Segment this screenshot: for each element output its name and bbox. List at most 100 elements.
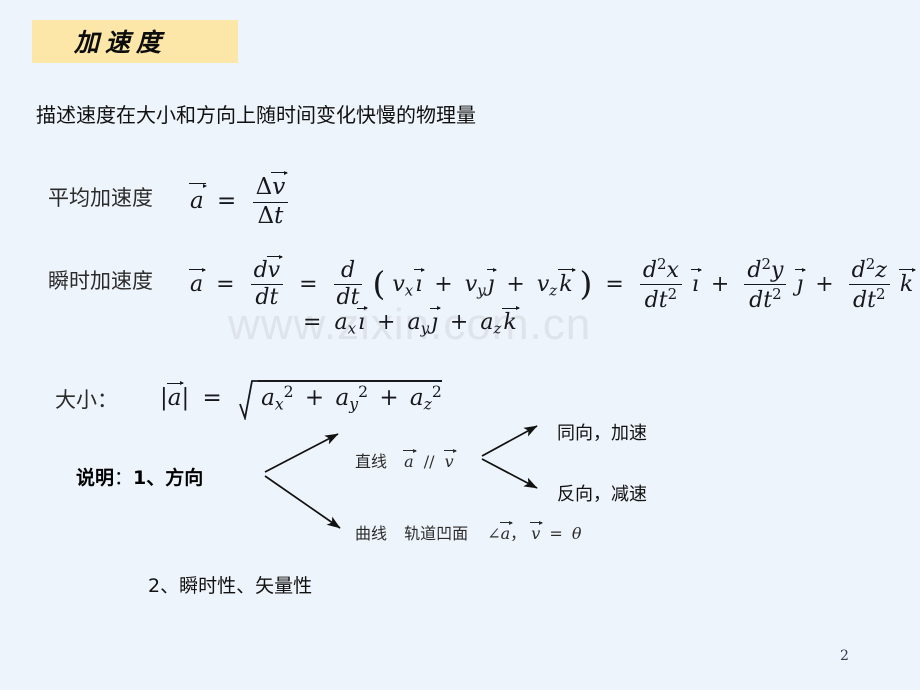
instant-acceleration-formula-line2: = axı + ayȷ + azk: [303, 303, 521, 338]
magnitude-equals: =: [202, 385, 222, 412]
branch-curve-label: 曲线: [355, 524, 388, 543]
inst-d2y-fraction: d2y dt 2: [744, 255, 787, 314]
radical-tick-icon: [239, 380, 261, 422]
branch-curve-angle-v: v: [530, 519, 544, 543]
inst-d2x-den-exp: 2: [667, 285, 678, 304]
inst-i-hat-1: ı: [414, 265, 426, 297]
radicand: ax2 + ay2 + az2: [261, 382, 442, 414]
average-acceleration-label: 平均加速度: [48, 186, 153, 210]
inst2-ax: a: [334, 310, 348, 335]
inst2-plus-2: +: [449, 310, 469, 335]
inst-v: v: [266, 252, 284, 283]
average-acceleration-formula: a = Δv Δt: [189, 168, 291, 230]
notes-heading-colon: ：: [114, 467, 134, 489]
instant-acceleration-label: 瞬时加速度: [48, 269, 153, 293]
inst2-equals: =: [303, 310, 322, 335]
inst-d2z-num: d2z: [848, 256, 890, 286]
instant-acceleration-formula: a = dv dt = d dt ( vxı + vyȷ + vzk ) = d…: [188, 252, 917, 314]
inst-j-hat-2: ȷ: [795, 265, 806, 297]
inst-dvdt-fraction: dv dt: [250, 252, 284, 311]
inst-d2y-num: d2y: [744, 255, 787, 286]
inst-vx: v: [392, 271, 405, 297]
mag-az-sub: z: [423, 394, 432, 414]
branch-straight-a: a: [403, 447, 417, 471]
inst-d2z-den-dt: dt: [853, 288, 876, 314]
slide-canvas: www.zixin.com.cn 加速度 描述速度在大小和方向上随时间变化快慢的…: [0, 0, 920, 690]
inst-d2z-den-exp: 2: [875, 285, 886, 304]
inst-vy-sub: y: [477, 281, 486, 300]
outcome-opposite-direction: 反向，减速: [557, 484, 647, 505]
inst-d2x-den: dt2: [640, 285, 682, 313]
inst-d2x-den-dt: dt: [644, 288, 668, 314]
inst-d2y-den-dt: dt: [749, 288, 773, 314]
mag-az: a: [409, 385, 424, 412]
avg-den-delta: Δ: [257, 202, 275, 229]
inst2-j-hat: ȷ: [430, 303, 441, 335]
outcome-same-direction: 同向，加速: [557, 423, 647, 444]
branch-straight-v: v: [443, 447, 457, 471]
arrow-to-same-direction: [481, 425, 538, 457]
radical-bar: [258, 380, 442, 382]
magnitude-formula: |a| = ax2 + ay2 + az2: [160, 378, 442, 422]
inst-k-hat-1: k: [558, 265, 576, 297]
inst-d2x-var: x: [666, 257, 679, 283]
inst2-k-hat: k: [502, 303, 521, 335]
inst-d2z-fraction: d2z dt2: [848, 256, 890, 314]
inst2-ay-sub: y: [420, 319, 430, 338]
avg-den-t: t: [274, 202, 284, 229]
mag-az-exp: 2: [431, 382, 442, 401]
branch-straight-label: 直线: [355, 452, 388, 471]
avg-numerator: Δv: [252, 168, 289, 203]
branch-curve-angle-symbol: ∠: [487, 524, 501, 543]
inst-eq-2: =: [299, 271, 318, 297]
branch-curve-angle-a: a: [499, 519, 513, 543]
inst-open-paren: (: [372, 263, 386, 303]
magnitude-lhs: |a|: [160, 378, 190, 412]
mag-ay: a: [335, 385, 350, 412]
magnitude-a-symbol: a: [166, 378, 185, 412]
inst-d2z-d: d: [851, 257, 866, 283]
branch-curve-line: 曲线 轨道凹面 ∠a， v = θ: [355, 519, 582, 544]
inst-a-symbol: a: [188, 265, 207, 297]
inst-eq-1: =: [216, 271, 235, 297]
inst-i-hat-2: ı: [690, 265, 702, 297]
notes-heading: 说明：1、方向: [76, 463, 203, 490]
inst-d: d: [253, 257, 268, 283]
notes-heading-bold: 说明: [76, 467, 115, 489]
inst-k-hat-2: k: [898, 265, 917, 297]
arrow-to-opposite-direction: [481, 458, 538, 489]
inst-close-paren: ): [579, 263, 593, 303]
page-title: 加速度: [74, 30, 168, 57]
inst-d2x-num: d2x: [639, 256, 682, 286]
branch-straight-parallel: //: [423, 452, 435, 471]
inst-d2x-d: d: [642, 257, 657, 283]
branch-curve-theta: θ: [571, 524, 582, 543]
notes-heading-rest: 1、方向: [133, 467, 204, 489]
mag-ay-exp: 2: [358, 382, 369, 401]
inst-op-num: d: [333, 258, 363, 286]
inst-dvdt-num: dv: [250, 252, 284, 286]
branch-curve-comma: ，: [510, 524, 527, 543]
inst2-ay: a: [407, 310, 421, 335]
branch-straight-line: 直线 a // v: [355, 447, 457, 472]
inst-d2y-exp: 2: [761, 255, 771, 273]
inst-vz: v: [536, 271, 550, 297]
inst2-i-hat: ı: [356, 303, 369, 335]
magnitude-label: 大小：: [55, 388, 118, 412]
inst2-az: a: [480, 310, 494, 335]
inst-d2x-fraction: d2x dt2: [639, 256, 682, 314]
inst-vz-sub: z: [549, 281, 558, 300]
inst-vy: v: [464, 271, 478, 297]
avg-num-v: v: [271, 168, 289, 200]
inst-vx-sub: x: [404, 281, 414, 300]
branch-curve-detail: 轨道凹面: [404, 524, 469, 543]
inst-plus-3: +: [710, 271, 730, 297]
inst-d2y-var: y: [770, 257, 784, 283]
mag-ax-sub: x: [274, 394, 284, 414]
inst-dvdt-den: dt: [255, 285, 279, 311]
arrow-to-curve-line: [264, 475, 341, 529]
inst-d2z-den: dt2: [849, 285, 890, 313]
branch-curve-equals: =: [549, 524, 563, 543]
avg-a-symbol: a: [189, 179, 207, 215]
avg-denominator: Δt: [253, 203, 289, 230]
